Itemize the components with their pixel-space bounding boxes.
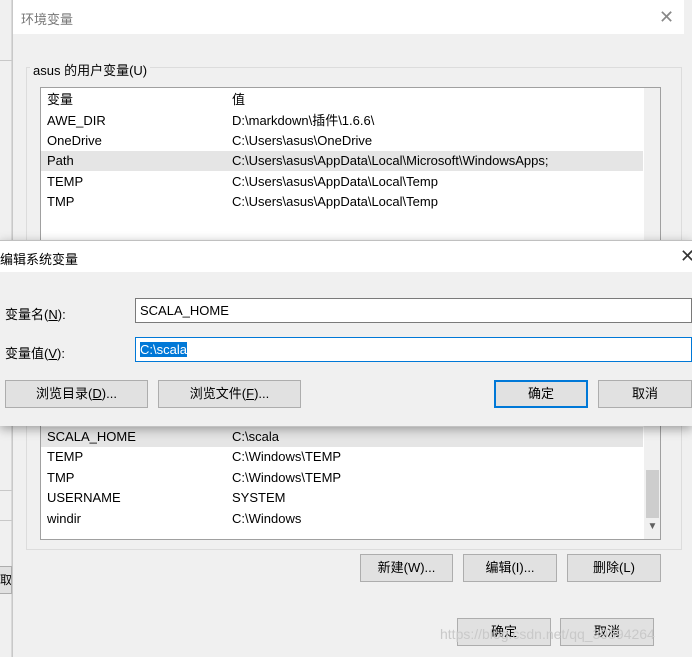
variable-value: C:\Users\asus\AppData\Local\Microsoft\Wi… [232,153,549,168]
user-variables-group-label: asus 的用户变量(U) [30,60,151,79]
access-key: V [48,346,58,361]
variable-name: TEMP [47,174,84,189]
table-row[interactable]: AWE_DIR D:\markdown\插件\1.6.6\ [41,111,643,131]
table-row[interactable]: TEMP C:\Windows\TEMP [41,447,643,467]
variable-value: C:\scala [232,429,279,444]
new-variable-button[interactable]: 新建(W)... [360,554,453,582]
button-text: 浏览文件( [189,386,247,401]
background-divider [0,520,12,521]
watermark: https://blog.csdn.net/qq_39394264 [440,626,655,642]
label-text-end: ): [57,307,66,322]
close-icon[interactable]: ✕ [680,246,692,267]
variable-name: USERNAME [47,490,121,505]
background-cancel-button-fragment[interactable]: 取 [0,566,12,594]
label-text: 变量值( [5,346,49,361]
edit-dialog-titlebar: 编辑系统变量 ✕ [0,241,692,272]
variable-name: TMP [47,194,75,209]
edit-system-variable-dialog: 编辑系统变量 ✕ 变量名(N): SCALA_HOME 变量值(V): C:\s… [0,240,692,426]
variable-name: OneDrive [47,133,102,148]
browse-file-button[interactable]: 浏览文件(F)... [158,380,301,408]
system-variables-list[interactable]: SCALA_HOME C:\scala TEMP C:\Windows\TEMP… [40,410,661,540]
table-row[interactable]: OneDrive C:\Users\asus\OneDrive [41,131,643,151]
table-row-selected[interactable]: SCALA_HOME C:\scala [41,427,643,447]
variable-value: C:\Windows [232,511,302,526]
list-header: 变量 值 [41,90,660,110]
variable-name: windir [47,511,81,526]
edit-cancel-button[interactable]: 取消 [598,380,692,408]
button-text-end: )... [101,386,117,401]
background-divider [0,490,12,491]
table-row[interactable]: TMP C:\Users\asus\AppData\Local\Temp [41,192,643,212]
variable-value: C:\Users\asus\OneDrive [232,133,373,148]
selected-value-text: C:\scala [140,342,187,357]
table-row[interactable]: TMP C:\Windows\TEMP [41,468,643,488]
variable-name-label: 变量名(N): [5,304,66,323]
variable-value-input[interactable]: C:\scala [135,337,692,362]
table-row[interactable]: windir C:\Windows [41,509,643,529]
edit-ok-button[interactable]: 确定 [494,380,588,408]
access-key: F [246,386,255,401]
vertical-scrollbar[interactable] [644,88,660,240]
variable-value: SYSTEM [232,490,286,505]
variable-name: SCALA_HOME [47,429,136,444]
variable-name-input[interactable]: SCALA_HOME [135,298,692,323]
vertical-scrollbar[interactable]: ▼ [644,410,660,539]
button-text: 浏览目录( [36,386,93,401]
edit-variable-button[interactable]: 编辑(I)... [463,554,557,582]
variable-value: D:\markdown\插件\1.6.6\ [232,113,375,128]
variable-name: Path [47,153,74,168]
delete-variable-button[interactable]: 删除(L) [567,554,661,582]
table-row[interactable]: USERNAME SYSTEM [41,488,643,508]
access-key: N [48,307,58,322]
variable-name: TEMP [47,449,84,464]
variable-value: C:\Users\asus\AppData\Local\Temp [232,194,438,209]
background-divider [0,60,12,61]
button-text-end: )... [254,386,270,401]
user-variables-list[interactable]: 变量 值 AWE_DIR D:\markdown\插件\1.6.6\ OneDr… [40,87,661,241]
variable-name: TMP [47,470,75,485]
variable-value: C:\Windows\TEMP [232,449,342,464]
column-header-name[interactable]: 变量 [47,90,73,110]
chevron-down-icon[interactable]: ▼ [644,521,660,532]
scrollbar-thumb[interactable] [646,470,659,518]
table-row-selected[interactable]: Path C:\Users\asus\AppData\Local\Microso… [41,151,643,171]
table-row[interactable]: TEMP C:\Users\asus\AppData\Local\Temp [41,172,643,192]
browse-directory-button[interactable]: 浏览目录(D)... [5,380,148,408]
label-text: 变量名( [5,307,49,322]
access-key: D [92,386,102,401]
variable-value: C:\Windows\TEMP [232,470,342,485]
column-header-value[interactable]: 值 [232,90,245,110]
variable-value: C:\Users\asus\AppData\Local\Temp [232,174,438,189]
variable-value-label: 变量值(V): [5,343,65,362]
env-titlebar: 环境变量 ✕ [13,0,684,34]
close-icon[interactable]: ✕ [659,7,674,28]
edit-dialog-title: 编辑系统变量 [0,252,79,267]
env-window-title: 环境变量 [21,12,74,27]
label-text-end: ): [57,346,65,361]
variable-name: AWE_DIR [47,113,106,128]
